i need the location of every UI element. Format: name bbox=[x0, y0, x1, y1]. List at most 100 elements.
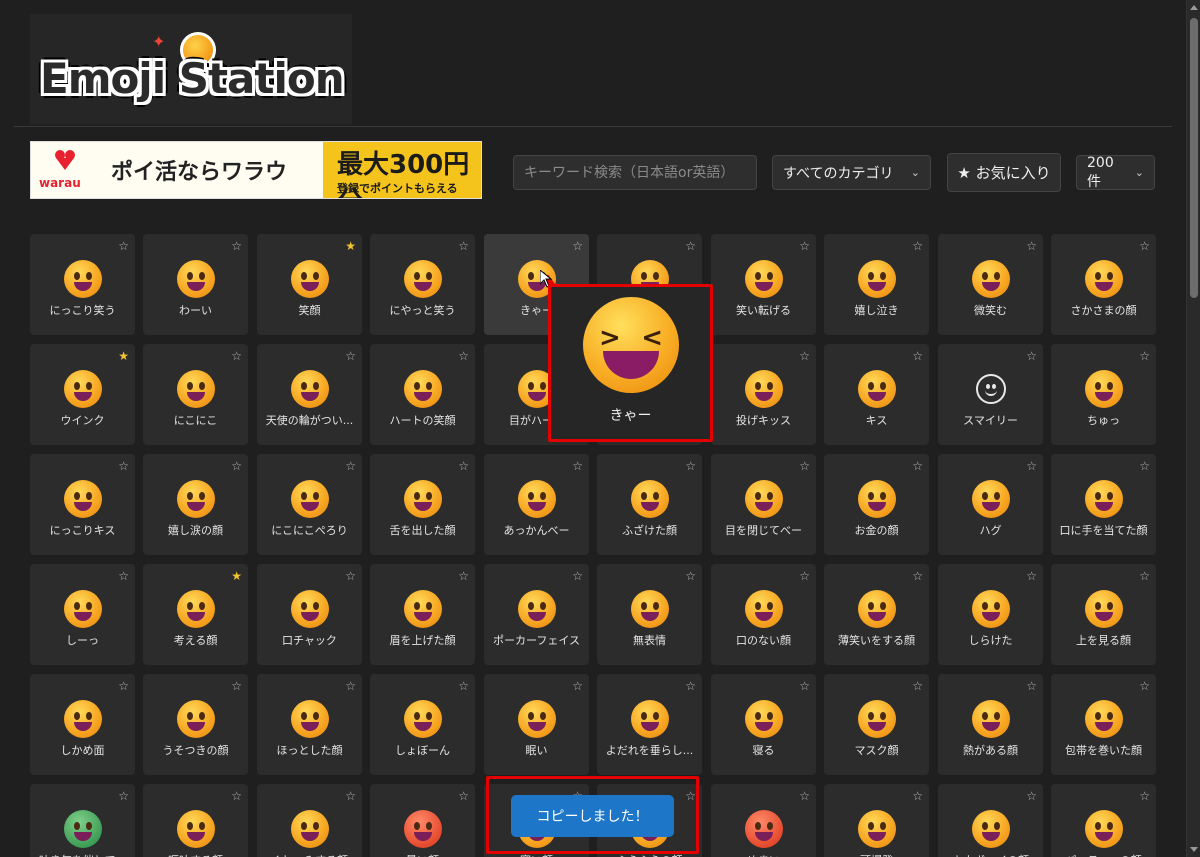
favorite-star-icon[interactable]: ☆ bbox=[799, 349, 810, 363]
favorite-star-icon[interactable]: ☆ bbox=[1139, 789, 1150, 803]
favorite-star-icon[interactable]: ☆ bbox=[118, 569, 129, 583]
favorite-star-icon[interactable]: ☆ bbox=[1026, 239, 1037, 253]
category-select[interactable]: すべてのカテゴリ ⌄ bbox=[772, 155, 931, 190]
emoji-card[interactable]: ★ 考える顔 bbox=[143, 564, 248, 665]
emoji-card[interactable]: ☆ あっかんべー bbox=[484, 454, 589, 555]
ad-banner[interactable]: warau ポイ活ならワラウ 最大300円分 登録でポイントもらえる bbox=[30, 141, 482, 199]
emoji-preview-popup[interactable]: > < きゃー bbox=[548, 284, 713, 442]
emoji-card[interactable]: ☆ ちゅっ bbox=[1051, 344, 1156, 445]
favorite-star-icon[interactable]: ☆ bbox=[231, 679, 242, 693]
emoji-card[interactable]: ☆ ふざけた顔 bbox=[597, 454, 702, 555]
emoji-card[interactable]: ☆ 無表情 bbox=[597, 564, 702, 665]
emoji-card[interactable]: ☆ スマイリー bbox=[938, 344, 1043, 445]
page-scrollbar[interactable] bbox=[1186, 0, 1200, 857]
emoji-card[interactable]: ☆ うそつきの顔 bbox=[143, 674, 248, 775]
emoji-card[interactable]: ☆ にやっと笑う bbox=[370, 234, 475, 335]
emoji-card[interactable]: ☆ マスク顔 bbox=[824, 674, 929, 775]
search-input[interactable] bbox=[513, 155, 757, 190]
favorite-star-icon[interactable]: ☆ bbox=[345, 569, 356, 583]
emoji-card[interactable]: ☆ 上を見る顔 bbox=[1051, 564, 1156, 665]
favorite-star-icon[interactable]: ☆ bbox=[458, 679, 469, 693]
favorite-star-icon[interactable]: ☆ bbox=[912, 679, 923, 693]
favorite-star-icon[interactable]: ☆ bbox=[799, 459, 810, 473]
emoji-card[interactable]: ☆ キス bbox=[824, 344, 929, 445]
emoji-card[interactable]: ☆ 嘔吐する顔 bbox=[143, 784, 248, 857]
favorite-star-icon[interactable]: ☆ bbox=[1026, 459, 1037, 473]
favorite-star-icon[interactable]: ☆ bbox=[458, 789, 469, 803]
favorite-star-icon[interactable]: ☆ bbox=[572, 239, 583, 253]
favorite-star-icon[interactable]: ☆ bbox=[458, 239, 469, 253]
favorite-star-icon[interactable]: ☆ bbox=[1139, 349, 1150, 363]
emoji-card[interactable]: ☆ 目を閉じてべー bbox=[711, 454, 816, 555]
emoji-card[interactable]: ☆ パーティーの顔 bbox=[1051, 784, 1156, 857]
emoji-card[interactable]: ☆ 微笑む bbox=[938, 234, 1043, 335]
emoji-card[interactable]: ☆ 寝る bbox=[711, 674, 816, 775]
favorite-star-icon[interactable]: ☆ bbox=[458, 349, 469, 363]
emoji-card[interactable]: ☆ にこにこ bbox=[143, 344, 248, 445]
favorite-star-icon[interactable]: ☆ bbox=[1026, 679, 1037, 693]
favorite-star-icon[interactable]: ☆ bbox=[1139, 459, 1150, 473]
emoji-card[interactable]: ☆ さかさまの顔 bbox=[1051, 234, 1156, 335]
favorite-star-icon[interactable]: ☆ bbox=[118, 459, 129, 473]
favorite-star-icon[interactable]: ☆ bbox=[231, 239, 242, 253]
favorite-star-icon[interactable]: ☆ bbox=[912, 569, 923, 583]
emoji-card[interactable]: ☆ 眉を上げた顔 bbox=[370, 564, 475, 665]
emoji-card[interactable]: ☆ にこにこぺろり bbox=[257, 454, 362, 555]
favorite-star-icon[interactable]: ☆ bbox=[685, 459, 696, 473]
scroll-down-arrow-icon[interactable] bbox=[1190, 847, 1198, 852]
favorite-star-icon[interactable]: ☆ bbox=[799, 789, 810, 803]
emoji-card[interactable]: ☆ わーい bbox=[143, 234, 248, 335]
favorite-star-icon[interactable]: ☆ bbox=[685, 239, 696, 253]
favorite-star-icon[interactable]: ☆ bbox=[458, 569, 469, 583]
emoji-card[interactable]: ☆ 嬉し泣き bbox=[824, 234, 929, 335]
favorite-star-icon[interactable]: ☆ bbox=[912, 789, 923, 803]
emoji-card[interactable]: ☆ ほっとした顔 bbox=[257, 674, 362, 775]
emoji-card[interactable]: ★ ウインク bbox=[30, 344, 135, 445]
emoji-card[interactable]: ☆ 口チャック bbox=[257, 564, 362, 665]
favorite-star-icon[interactable]: ☆ bbox=[345, 349, 356, 363]
favorite-star-icon[interactable]: ☆ bbox=[1139, 679, 1150, 693]
favorite-star-icon[interactable]: ☆ bbox=[1026, 789, 1037, 803]
favorite-star-icon[interactable]: ☆ bbox=[912, 239, 923, 253]
emoji-card[interactable]: ☆ めまい bbox=[711, 784, 816, 857]
emoji-card[interactable]: ☆ 口のない顔 bbox=[711, 564, 816, 665]
favorite-star-icon[interactable]: ☆ bbox=[1139, 239, 1150, 253]
favorite-star-icon[interactable]: ☆ bbox=[799, 239, 810, 253]
emoji-card[interactable]: ☆ カウボーイの顔 bbox=[938, 784, 1043, 857]
emoji-card[interactable]: ☆ ハートの笑顔 bbox=[370, 344, 475, 445]
emoji-card[interactable]: ☆ 眠い bbox=[484, 674, 589, 775]
favorite-star-icon[interactable]: ★ bbox=[118, 349, 129, 363]
emoji-card[interactable]: ☆ 投げキッス bbox=[711, 344, 816, 445]
emoji-card[interactable]: ☆ しらけた bbox=[938, 564, 1043, 665]
favorite-star-icon[interactable]: ☆ bbox=[912, 459, 923, 473]
scrollbar-thumb[interactable] bbox=[1190, 18, 1198, 298]
favorite-star-icon[interactable]: ☆ bbox=[685, 679, 696, 693]
favorites-button[interactable]: ★ お気に入り bbox=[947, 153, 1061, 192]
favorite-star-icon[interactable]: ☆ bbox=[118, 679, 129, 693]
favorite-star-icon[interactable]: ☆ bbox=[345, 679, 356, 693]
favorite-star-icon[interactable]: ☆ bbox=[572, 459, 583, 473]
favorite-star-icon[interactable]: ★ bbox=[345, 239, 356, 253]
emoji-card[interactable]: ☆ お金の顔 bbox=[824, 454, 929, 555]
emoji-card[interactable]: ☆ くしゃみする顔 bbox=[257, 784, 362, 857]
favorite-star-icon[interactable]: ☆ bbox=[1026, 349, 1037, 363]
emoji-card[interactable]: ☆ 包帯を巻いた顔 bbox=[1051, 674, 1156, 775]
favorite-star-icon[interactable]: ☆ bbox=[912, 349, 923, 363]
favorite-star-icon[interactable]: ☆ bbox=[231, 459, 242, 473]
count-select[interactable]: 200件 ⌄ bbox=[1076, 155, 1155, 190]
favorite-star-icon[interactable]: ☆ bbox=[345, 789, 356, 803]
favorite-star-icon[interactable]: ☆ bbox=[799, 569, 810, 583]
emoji-card[interactable]: ☆ にっこり笑う bbox=[30, 234, 135, 335]
favorite-star-icon[interactable]: ☆ bbox=[345, 459, 356, 473]
emoji-card[interactable]: ☆ ハグ bbox=[938, 454, 1043, 555]
scroll-up-arrow-icon[interactable] bbox=[1190, 5, 1198, 10]
favorite-star-icon[interactable]: ☆ bbox=[458, 459, 469, 473]
favorite-star-icon[interactable]: ☆ bbox=[1139, 569, 1150, 583]
favorite-star-icon[interactable]: ☆ bbox=[1026, 569, 1037, 583]
emoji-card[interactable]: ☆ しかめ面 bbox=[30, 674, 135, 775]
emoji-card[interactable]: ☆ よだれを垂らし... bbox=[597, 674, 702, 775]
emoji-card[interactable]: ☆ 嬉し涙の顔 bbox=[143, 454, 248, 555]
emoji-card[interactable]: ☆ 頭爆発 bbox=[824, 784, 929, 857]
emoji-card[interactable]: ☆ 薄笑いをする顔 bbox=[824, 564, 929, 665]
emoji-card[interactable]: ☆ しょぼーん bbox=[370, 674, 475, 775]
